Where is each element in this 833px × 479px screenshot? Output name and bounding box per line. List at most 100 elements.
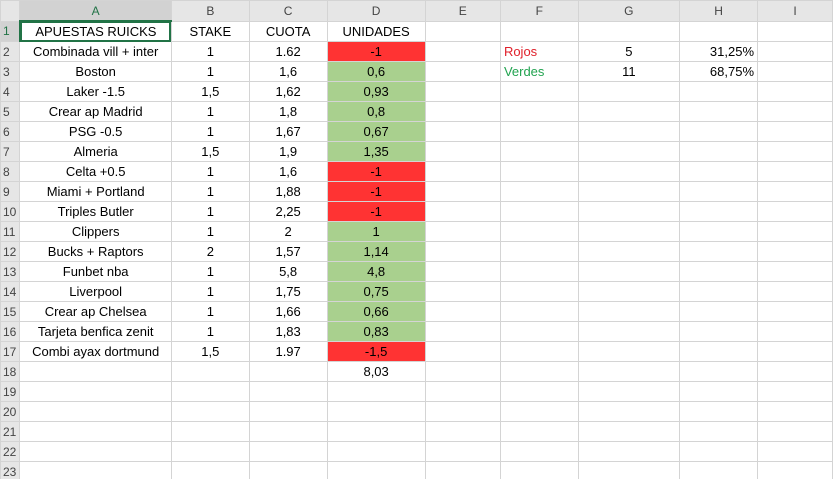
cell-d6[interactable]: 0,67 [326, 121, 426, 142]
row-header[interactable]: 16 [0, 321, 21, 342]
cell-h22[interactable] [679, 441, 759, 462]
cell-b19[interactable] [170, 381, 250, 402]
cell-f18[interactable] [499, 361, 579, 382]
cell-a7[interactable]: Almeria [19, 141, 172, 162]
cell-a20[interactable] [19, 401, 172, 422]
cell-b21[interactable] [170, 421, 250, 442]
cell-a3[interactable]: Boston [19, 61, 172, 82]
row-header[interactable]: 11 [0, 221, 21, 242]
cell-g20[interactable] [577, 401, 681, 422]
row-header[interactable]: 7 [0, 141, 21, 162]
column-header-b[interactable]: B [170, 0, 250, 22]
cell-g14[interactable] [577, 281, 681, 302]
cell-i9[interactable] [757, 181, 833, 202]
cell-i4[interactable] [757, 81, 833, 102]
column-header-a[interactable]: A [19, 0, 172, 22]
cell-e3[interactable] [424, 61, 501, 82]
cell-b3[interactable]: 1 [170, 61, 250, 82]
row-header[interactable]: 14 [0, 281, 21, 302]
cell-b18[interactable] [170, 361, 250, 382]
cell-i15[interactable] [757, 301, 833, 322]
cell-f8[interactable] [499, 161, 579, 182]
cell-c2[interactable]: 1.62 [248, 41, 328, 62]
cell-b20[interactable] [170, 401, 250, 422]
cell-i19[interactable] [757, 381, 833, 402]
cell-g12[interactable] [577, 241, 681, 262]
cell-b15[interactable]: 1 [170, 301, 250, 322]
cell-b22[interactable] [170, 441, 250, 462]
cell-h11[interactable] [679, 221, 759, 242]
cell-i18[interactable] [757, 361, 833, 382]
cell-g19[interactable] [577, 381, 681, 402]
cell-f3[interactable]: Verdes [499, 61, 579, 82]
row-header[interactable]: 4 [0, 81, 21, 102]
cell-d14[interactable]: 0,75 [326, 281, 426, 302]
cell-a11[interactable]: Clippers [19, 221, 172, 242]
cell-g3[interactable]: 11 [577, 61, 681, 82]
cell-e14[interactable] [424, 281, 501, 302]
cell-g8[interactable] [577, 161, 681, 182]
cell-f16[interactable] [499, 321, 579, 342]
row-header[interactable]: 17 [0, 341, 21, 362]
cell-g6[interactable] [577, 121, 681, 142]
cell-i6[interactable] [757, 121, 833, 142]
cell-g16[interactable] [577, 321, 681, 342]
cell-a4[interactable]: Laker -1.5 [19, 81, 172, 102]
row-header[interactable]: 18 [0, 361, 21, 382]
cell-i1[interactable] [757, 20, 833, 42]
cell-a6[interactable]: PSG -0.5 [19, 121, 172, 142]
cell-c22[interactable] [248, 441, 328, 462]
cell-e6[interactable] [424, 121, 501, 142]
cell-c1[interactable]: CUOTA [248, 20, 328, 42]
column-header-g[interactable]: G [577, 0, 681, 22]
cell-a8[interactable]: Celta +0.5 [19, 161, 172, 182]
cell-h13[interactable] [679, 261, 759, 282]
cell-g1[interactable] [577, 20, 681, 42]
cell-i2[interactable] [757, 41, 833, 62]
cell-h17[interactable] [679, 341, 759, 362]
cell-i8[interactable] [757, 161, 833, 182]
cell-c21[interactable] [248, 421, 328, 442]
cell-g11[interactable] [577, 221, 681, 242]
cell-d22[interactable] [326, 441, 426, 462]
cell-i17[interactable] [757, 341, 833, 362]
cell-d4[interactable]: 0,93 [326, 81, 426, 102]
cell-a2[interactable]: Combinada vill + inter [19, 41, 172, 62]
cell-e5[interactable] [424, 101, 501, 122]
cell-e13[interactable] [424, 261, 501, 282]
row-header[interactable]: 23 [0, 461, 21, 479]
cell-h18[interactable] [679, 361, 759, 382]
column-header-h[interactable]: H [679, 0, 759, 22]
cell-b23[interactable] [170, 461, 250, 479]
cell-d11[interactable]: 1 [326, 221, 426, 242]
cell-e18[interactable] [424, 361, 501, 382]
cell-c14[interactable]: 1,75 [248, 281, 328, 302]
cell-c3[interactable]: 1,6 [248, 61, 328, 82]
cell-f9[interactable] [499, 181, 579, 202]
cell-f4[interactable] [499, 81, 579, 102]
cell-d19[interactable] [326, 381, 426, 402]
cell-f1[interactable] [499, 20, 579, 42]
cell-h2[interactable]: 31,25% [679, 41, 759, 62]
cell-h8[interactable] [679, 161, 759, 182]
cell-c7[interactable]: 1,9 [248, 141, 328, 162]
cell-a15[interactable]: Crear ap Chelsea [19, 301, 172, 322]
cell-a14[interactable]: Liverpool [19, 281, 172, 302]
cell-i20[interactable] [757, 401, 833, 422]
cell-e12[interactable] [424, 241, 501, 262]
cell-b13[interactable]: 1 [170, 261, 250, 282]
cell-f2[interactable]: Rojos [499, 41, 579, 62]
row-header[interactable]: 20 [0, 401, 21, 422]
row-header[interactable]: 13 [0, 261, 21, 282]
cell-a19[interactable] [19, 381, 172, 402]
cell-h1[interactable] [679, 20, 759, 42]
cell-c20[interactable] [248, 401, 328, 422]
cell-f5[interactable] [499, 101, 579, 122]
cell-i13[interactable] [757, 261, 833, 282]
cell-e10[interactable] [424, 201, 501, 222]
cell-h19[interactable] [679, 381, 759, 402]
cell-b5[interactable]: 1 [170, 101, 250, 122]
cell-i16[interactable] [757, 321, 833, 342]
cell-g21[interactable] [577, 421, 681, 442]
cell-d10[interactable]: -1 [326, 201, 426, 222]
